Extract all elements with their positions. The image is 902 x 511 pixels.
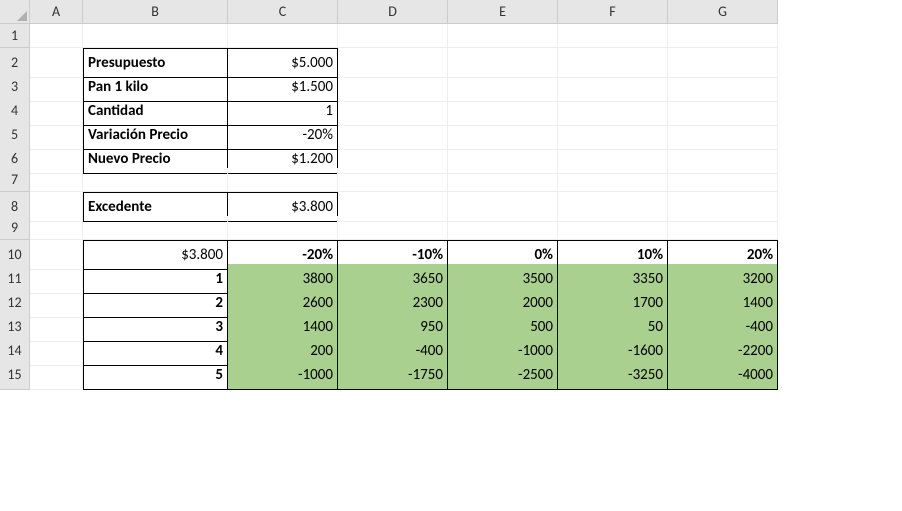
cell-F1[interactable] [558, 24, 668, 48]
cell-C1[interactable] [228, 24, 338, 48]
cell-D7[interactable] [338, 168, 448, 192]
cell-D15[interactable]: -1750 [338, 360, 448, 390]
cell-D1[interactable] [338, 24, 448, 48]
col-header-D[interactable]: D [338, 0, 448, 24]
cell-F7[interactable] [558, 168, 668, 192]
row-header-7[interactable]: 7 [0, 168, 30, 192]
cell-E7[interactable] [448, 168, 558, 192]
cell-G9[interactable] [668, 216, 778, 240]
cell-F15[interactable]: -3250 [558, 360, 668, 390]
cell-B1[interactable] [83, 24, 228, 48]
cell-C7[interactable] [228, 168, 338, 192]
spreadsheet-grid[interactable]: A B C D E F G 1 2 Presupuesto $5.000 3 P… [0, 0, 902, 384]
cell-A15[interactable] [30, 360, 83, 390]
cell-F9[interactable] [558, 216, 668, 240]
col-header-C[interactable]: C [228, 0, 338, 24]
row-header-1[interactable]: 1 [0, 24, 30, 48]
cell-B7[interactable] [83, 168, 228, 192]
cell-A1[interactable] [30, 24, 83, 48]
cell-A9[interactable] [30, 216, 83, 240]
cell-D9[interactable] [338, 216, 448, 240]
cell-B15[interactable]: 5 [83, 360, 228, 390]
cell-C9[interactable] [228, 216, 338, 240]
cell-C15[interactable]: -1000 [228, 360, 338, 390]
col-header-E[interactable]: E [448, 0, 558, 24]
cell-A7[interactable] [30, 168, 83, 192]
select-all-corner[interactable] [0, 0, 30, 24]
cell-E15[interactable]: -2500 [448, 360, 558, 390]
col-header-G[interactable]: G [668, 0, 778, 24]
cell-G7[interactable] [668, 168, 778, 192]
row-header-15[interactable]: 15 [0, 360, 30, 390]
row-header-9[interactable]: 9 [0, 216, 30, 240]
cell-B9[interactable] [83, 216, 228, 240]
cell-E9[interactable] [448, 216, 558, 240]
col-header-F[interactable]: F [558, 0, 668, 24]
cell-G15[interactable]: -4000 [668, 360, 778, 390]
cell-E1[interactable] [448, 24, 558, 48]
cell-G1[interactable] [668, 24, 778, 48]
col-header-A[interactable]: A [30, 0, 83, 24]
col-header-B[interactable]: B [83, 0, 228, 24]
